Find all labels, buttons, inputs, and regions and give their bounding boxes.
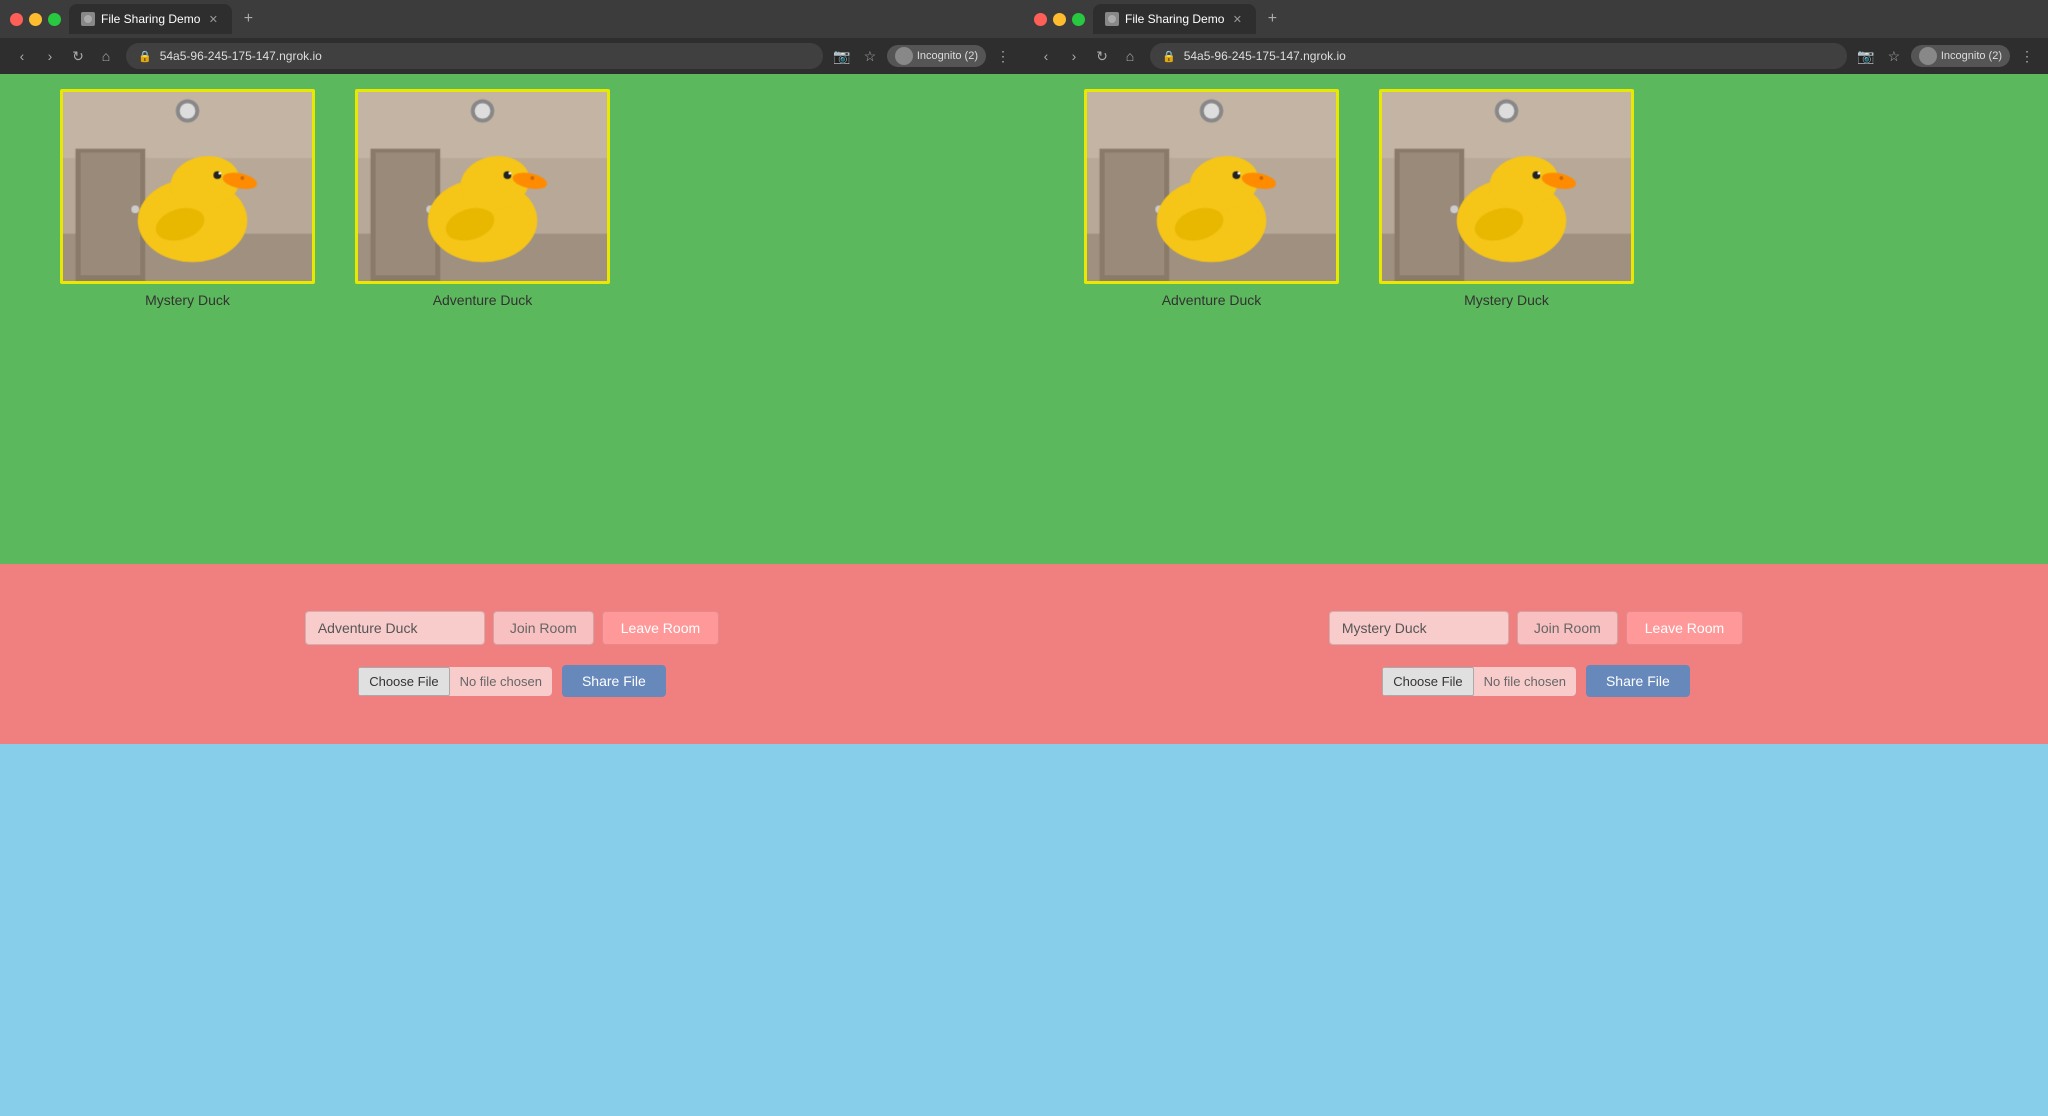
left-cast-icon[interactable]: 📷 bbox=[831, 45, 853, 67]
right-tab-favicon bbox=[1105, 12, 1119, 26]
left-menu-icon[interactable]: ⋮ bbox=[992, 45, 1014, 67]
left-incognito-badge[interactable]: Incognito (2) bbox=[887, 45, 986, 67]
right-address-bar: ‹ › ↻ ⌂ 🔒 54a5-96-245-175-147.ngrok.io 📷… bbox=[1024, 38, 2048, 74]
left-minimize-btn[interactable] bbox=[29, 13, 42, 26]
right-new-tab-btn[interactable]: + bbox=[1260, 7, 1284, 31]
left-tab-favicon bbox=[81, 12, 95, 26]
left-room-input[interactable] bbox=[305, 611, 485, 645]
right-share-btn[interactable]: Share File bbox=[1586, 665, 1690, 697]
left-back-btn[interactable]: ‹ bbox=[10, 44, 34, 68]
right-page-content: Adventure Duck Mystery Duck Join Room Le… bbox=[1024, 74, 2048, 1116]
left-controls-section: Join Room Leave Room Choose File No file… bbox=[0, 564, 1024, 744]
right-forward-btn[interactable]: › bbox=[1062, 44, 1086, 68]
left-reload-btn[interactable]: ↻ bbox=[66, 44, 90, 68]
right-reload-btn[interactable]: ↻ bbox=[1090, 44, 1114, 68]
left-browser-window: File Sharing Demo ✕ + ‹ › ↻ ⌂ 🔒 54a5-96-… bbox=[0, 0, 1024, 1116]
right-video-label-1: Adventure Duck bbox=[1162, 292, 1262, 308]
right-video-frame-2 bbox=[1379, 89, 1634, 284]
left-video-label-2: Adventure Duck bbox=[433, 292, 533, 308]
left-new-tab-btn[interactable]: + bbox=[236, 7, 260, 31]
right-active-tab[interactable]: File Sharing Demo ✕ bbox=[1093, 4, 1256, 34]
left-address-bar: ‹ › ↻ ⌂ 🔒 54a5-96-245-175-147.ngrok.io 📷… bbox=[0, 38, 1024, 74]
left-page-content: Mystery Duck Adventure Duck Join Room Le… bbox=[0, 74, 1024, 1116]
right-video-item-2: Mystery Duck bbox=[1379, 89, 1634, 308]
right-browser-window: File Sharing Demo ✕ + ‹ › ↻ ⌂ 🔒 54a5-96-… bbox=[1024, 0, 2048, 1116]
right-leave-btn[interactable]: Leave Room bbox=[1626, 611, 1743, 645]
right-home-btn[interactable]: ⌂ bbox=[1118, 44, 1142, 68]
left-leave-btn[interactable]: Leave Room bbox=[602, 611, 719, 645]
right-video-item-1: Adventure Duck bbox=[1084, 89, 1339, 308]
right-cast-icon[interactable]: 📷 bbox=[1855, 45, 1877, 67]
right-lock-icon: 🔒 bbox=[1162, 50, 1176, 63]
left-forward-btn[interactable]: › bbox=[38, 44, 62, 68]
left-home-btn[interactable]: ⌂ bbox=[94, 44, 118, 68]
right-join-btn[interactable]: Join Room bbox=[1517, 611, 1618, 645]
right-back-btn[interactable]: ‹ bbox=[1034, 44, 1058, 68]
left-maximize-btn[interactable] bbox=[48, 13, 61, 26]
left-video-item-2: Adventure Duck bbox=[355, 89, 610, 308]
right-chat-section bbox=[1024, 744, 2048, 1116]
right-file-controls: Choose File No file chosen Share File bbox=[1382, 665, 1690, 697]
left-video-section: Mystery Duck Adventure Duck bbox=[0, 74, 1024, 564]
left-incognito-text: Incognito (2) bbox=[917, 50, 978, 62]
left-choose-file-btn[interactable]: Choose File bbox=[358, 667, 449, 696]
right-no-file-text: No file chosen bbox=[1474, 668, 1576, 695]
right-menu-icon[interactable]: ⋮ bbox=[2016, 45, 2038, 67]
right-bookmark-icon[interactable]: ☆ bbox=[1883, 45, 1905, 67]
left-toolbar-icons: 📷 ☆ Incognito (2) ⋮ bbox=[831, 45, 1014, 67]
left-tab-bar: File Sharing Demo ✕ + bbox=[69, 4, 1014, 34]
left-title-bar: File Sharing Demo ✕ + bbox=[0, 0, 1024, 38]
right-close-btn[interactable] bbox=[1034, 13, 1047, 26]
left-window-controls bbox=[10, 13, 61, 26]
left-lock-icon: 🔒 bbox=[138, 50, 152, 63]
left-video-item-1: Mystery Duck bbox=[60, 89, 315, 308]
right-window-controls bbox=[1034, 13, 1085, 26]
left-video-frame-1 bbox=[60, 89, 315, 284]
right-room-controls: Join Room Leave Room bbox=[1329, 611, 1743, 645]
right-minimize-btn[interactable] bbox=[1053, 13, 1066, 26]
right-video-frame-1 bbox=[1084, 89, 1339, 284]
right-maximize-btn[interactable] bbox=[1072, 13, 1085, 26]
right-video-label-2: Mystery Duck bbox=[1464, 292, 1549, 308]
right-controls-section: Join Room Leave Room Choose File No file… bbox=[1024, 564, 2048, 744]
right-url-text: 54a5-96-245-175-147.ngrok.io bbox=[1184, 49, 1346, 63]
left-url-bar[interactable]: 🔒 54a5-96-245-175-147.ngrok.io bbox=[126, 43, 823, 69]
left-incognito-icon bbox=[895, 47, 913, 65]
left-tab-close-btn[interactable]: ✕ bbox=[206, 12, 220, 26]
left-close-btn[interactable] bbox=[10, 13, 23, 26]
left-join-btn[interactable]: Join Room bbox=[493, 611, 594, 645]
left-tab-title: File Sharing Demo bbox=[101, 12, 200, 26]
left-url-text: 54a5-96-245-175-147.ngrok.io bbox=[160, 49, 322, 63]
left-share-btn[interactable]: Share File bbox=[562, 665, 666, 697]
left-video-label-1: Mystery Duck bbox=[145, 292, 230, 308]
right-title-bar: File Sharing Demo ✕ + bbox=[1024, 0, 2048, 38]
left-room-controls: Join Room Leave Room bbox=[305, 611, 719, 645]
right-incognito-badge[interactable]: Incognito (2) bbox=[1911, 45, 2010, 67]
left-video-frame-2 bbox=[355, 89, 610, 284]
right-incognito-text: Incognito (2) bbox=[1941, 50, 2002, 62]
right-tab-title: File Sharing Demo bbox=[1125, 12, 1224, 26]
right-nav-buttons: ‹ › ↻ ⌂ bbox=[1034, 44, 1142, 68]
left-no-file-text: No file chosen bbox=[450, 668, 552, 695]
right-tab-bar: File Sharing Demo ✕ + bbox=[1093, 4, 2038, 34]
left-file-input-wrapper: Choose File No file chosen bbox=[358, 667, 552, 696]
left-active-tab[interactable]: File Sharing Demo ✕ bbox=[69, 4, 232, 34]
right-file-input-wrapper: Choose File No file chosen bbox=[1382, 667, 1576, 696]
left-chat-section bbox=[0, 744, 1024, 1116]
right-room-input[interactable] bbox=[1329, 611, 1509, 645]
left-file-controls: Choose File No file chosen Share File bbox=[358, 665, 666, 697]
right-tab-close-btn[interactable]: ✕ bbox=[1230, 12, 1244, 26]
right-incognito-icon bbox=[1919, 47, 1937, 65]
left-bookmark-icon[interactable]: ☆ bbox=[859, 45, 881, 67]
right-toolbar-icons: 📷 ☆ Incognito (2) ⋮ bbox=[1855, 45, 2038, 67]
right-video-section: Adventure Duck Mystery Duck bbox=[1024, 74, 2048, 564]
right-choose-file-btn[interactable]: Choose File bbox=[1382, 667, 1473, 696]
right-url-bar[interactable]: 🔒 54a5-96-245-175-147.ngrok.io bbox=[1150, 43, 1847, 69]
left-nav-buttons: ‹ › ↻ ⌂ bbox=[10, 44, 118, 68]
